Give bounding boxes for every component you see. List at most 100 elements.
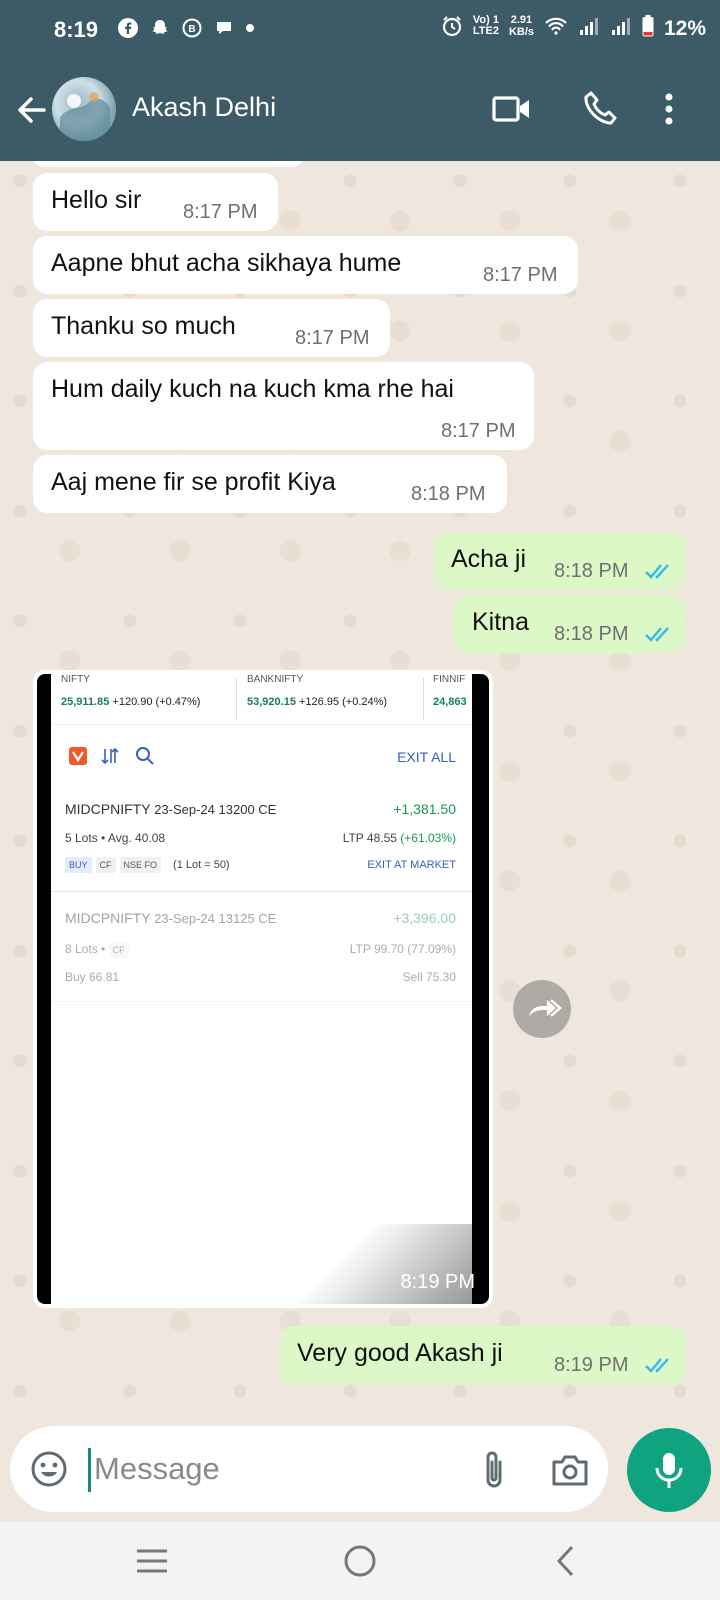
position-ltp: LTP 48.55 (+61.03%)	[342, 831, 456, 845]
message-time: 8:17 PM	[183, 201, 258, 223]
speed-value: 2.91	[510, 14, 533, 26]
tag-cf: CF	[95, 857, 116, 873]
index-ticker: NIFTY 25,911.85 +120.90 (+0.47%) BANKNIF…	[51, 674, 472, 725]
message-text: Acha ji	[451, 545, 527, 573]
notification-icons: B	[118, 18, 254, 38]
image-message[interactable]: NIFTY 25,911.85 +120.90 (+0.47%) BANKNIF…	[33, 670, 493, 1308]
message-time: 8:19 PM	[554, 1354, 629, 1376]
incoming-message[interactable]: Aaj mene fir se profit Kiya 8:18 PM	[33, 455, 507, 513]
outgoing-message[interactable]: Acha ji 8:18 PM	[434, 532, 686, 590]
outgoing-message[interactable]: Very good Akash ji 8:19 PM	[280, 1326, 686, 1384]
position-pnl: +1,381.50	[393, 801, 456, 817]
message-time: 8:18 PM	[554, 560, 629, 582]
search-icon	[136, 747, 154, 765]
svg-text:B: B	[188, 24, 195, 35]
tag-buy: BUY	[65, 857, 92, 873]
message-bubble-partial	[33, 161, 303, 167]
position-row: MIDCPNIFTY 23-Sep-24 13125 CE +3,396.00 …	[51, 892, 472, 1002]
text-cursor	[88, 1448, 91, 1492]
wifi-icon	[545, 17, 567, 35]
index-value: 24,863	[433, 696, 467, 708]
message-composer: Message	[10, 1426, 608, 1512]
status-bar: 8:19 B Vo) 1 LTE2 2.91 KB/s 12%	[0, 0, 720, 60]
lot-size: (1 Lot = 50)	[173, 859, 230, 871]
video-call-icon[interactable]	[492, 94, 532, 124]
incoming-message[interactable]: Hello sir 8:17 PM	[33, 173, 278, 231]
chat-bubble-icon	[217, 22, 231, 34]
signal-2-icon	[612, 18, 630, 35]
separator	[423, 678, 424, 720]
position-sell: Sell 75.30	[402, 970, 456, 984]
position-lots: 5 Lots • Avg. 40.08	[65, 831, 166, 845]
microphone-icon	[655, 1453, 683, 1488]
read-receipt-icon	[645, 627, 669, 642]
emoji-icon[interactable]	[30, 1450, 68, 1488]
message-time: 8:17 PM	[295, 327, 370, 349]
contact-name[interactable]: Akash Delhi	[132, 92, 276, 123]
message-time: 8:17 PM	[441, 420, 516, 442]
incoming-message[interactable]: Aapne bhut acha sikhaya hume 8:17 PM	[33, 236, 578, 294]
app-logo-icon	[69, 747, 87, 765]
message-time: 8:17 PM	[483, 264, 558, 286]
camera-icon[interactable]	[550, 1452, 590, 1488]
battery-icon	[642, 15, 654, 37]
signal-1-icon	[580, 18, 598, 35]
message-text: Thanku so much	[51, 312, 236, 340]
message-text: Kitna	[472, 608, 529, 636]
tag-exchange: NSE FO	[119, 857, 162, 873]
voice-call-icon[interactable]	[583, 90, 617, 126]
chat-header: Akash Delhi	[0, 60, 720, 161]
battery-percent: 12%	[663, 17, 706, 40]
voice-record-button[interactable]	[627, 1428, 711, 1512]
business-b-icon: B	[182, 18, 202, 38]
back-arrow-icon[interactable]	[12, 90, 52, 130]
home-icon[interactable]	[343, 1544, 377, 1578]
message-text: Very good Akash ji	[297, 1339, 503, 1367]
snapchat-icon	[152, 20, 168, 34]
message-text: Aapne bhut acha sikhaya hume	[51, 249, 402, 277]
recent-apps-icon[interactable]	[135, 1546, 169, 1576]
forward-icon	[529, 999, 562, 1017]
message-input[interactable]: Message	[94, 1451, 220, 1487]
message-time: 8:18 PM	[554, 623, 629, 645]
index-name: BANKNIFTY	[247, 674, 304, 685]
position-title: MIDCPNIFTY 23-Sep-24 13125 CE	[65, 910, 277, 926]
index-value: 25,911.85	[61, 696, 110, 708]
forward-button[interactable]	[513, 980, 571, 1038]
position-tags: BUY CF NSE FO (1 Lot = 50)	[65, 857, 230, 873]
system-nav-bar	[0, 1522, 720, 1600]
position-title: MIDCPNIFTY 23-Sep-24 13200 CE	[65, 801, 277, 817]
index-change: +126.95 (+0.24%)	[299, 696, 388, 708]
separator	[236, 678, 237, 720]
outgoing-message[interactable]: Kitna 8:18 PM	[454, 595, 686, 653]
network-type-bottom: LTE2	[472, 25, 499, 37]
exit-all-button: EXIT ALL	[397, 749, 456, 765]
message-time: 8:18 PM	[411, 483, 486, 505]
attachment-icon[interactable]	[480, 1448, 508, 1492]
read-receipt-icon	[645, 1358, 669, 1373]
index-values: 25,911.85 +120.90 (+0.47%)	[61, 696, 200, 708]
image-time: 8:19 PM	[400, 1271, 475, 1293]
alarm-icon	[442, 16, 461, 37]
index-value: 53,920.15	[247, 696, 296, 708]
position-buy: Buy 66.81	[65, 970, 120, 984]
status-right-icons: Vo) 1 LTE2 2.91 KB/s	[441, 14, 654, 38]
positions-toolbar: EXIT ALL	[51, 725, 472, 785]
position-row: MIDCPNIFTY 23-Sep-24 13200 CE +1,381.50 …	[51, 785, 472, 892]
sort-icon	[101, 747, 119, 765]
status-time: 8:19	[54, 17, 99, 42]
position-lots: 8 Lots • CF	[65, 942, 133, 958]
chat-area[interactable]: Hello sir 8:17 PM Aapne bhut acha sikhay…	[0, 161, 720, 1421]
index-name: FINNIF	[433, 674, 466, 685]
more-options-icon[interactable]	[664, 92, 674, 126]
incoming-message[interactable]: Thanku so much 8:17 PM	[33, 299, 390, 357]
back-nav-icon[interactable]	[554, 1544, 578, 1578]
contact-avatar[interactable]	[52, 77, 116, 141]
message-text: Aaj mene fir se profit Kiya	[51, 468, 336, 496]
incoming-message[interactable]: Hum daily kuch na kuch kma rhe hai 8:17 …	[33, 362, 534, 450]
index-change: +120.90 (+0.47%)	[112, 696, 201, 708]
facebook-icon	[118, 18, 138, 38]
position-pnl: +3,396.00	[393, 910, 456, 926]
position-ltp: LTP 99.70 (77.09%)	[349, 942, 456, 956]
index-values: 53,920.15 +126.95 (+0.24%)	[247, 696, 387, 708]
